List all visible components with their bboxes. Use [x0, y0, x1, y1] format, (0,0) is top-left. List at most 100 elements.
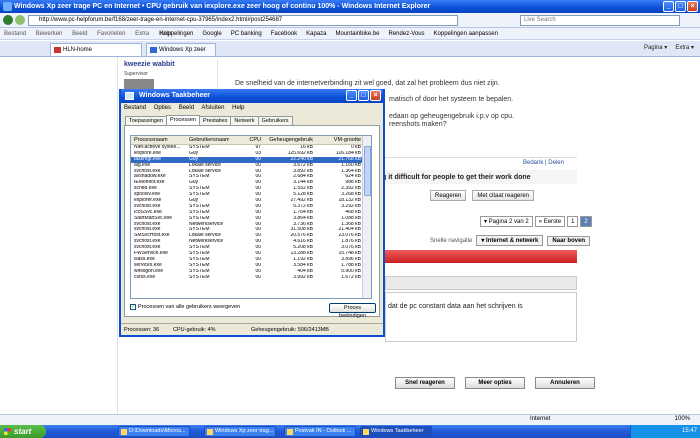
search-input[interactable]: Live Search [520, 15, 680, 26]
tm-title-bar[interactable]: Windows Taakbeheer _ □ × [121, 89, 383, 103]
forum-select[interactable]: ▾ Internet & netwerk [476, 235, 544, 246]
tab-toepassingen[interactable]: Toepassingen [125, 116, 167, 125]
back-icon[interactable] [3, 15, 13, 25]
fav-mountainbike[interactable]: Mountainbike.be [335, 29, 379, 39]
tm-minimize-button[interactable]: _ [346, 90, 357, 101]
post-text-1: De snelheid van de internetverbinding zi… [235, 80, 500, 87]
page-info[interactable]: ▾ Pagina 2 van 2 [480, 216, 533, 227]
process-cell: 1.672 kB [341, 274, 361, 280]
quick-nav: Snelle navigatie ▾ Internet & netwerk Na… [430, 235, 591, 246]
menu-favorieten[interactable]: Favorieten [97, 31, 125, 37]
process-list[interactable]: Processnaam Gebruikersnaam CPU Geheugeng… [130, 135, 372, 299]
col-gebruiker[interactable]: Gebruikersnaam [189, 136, 229, 145]
tab-forum[interactable]: Windows Xp zeer trage P... [146, 43, 216, 65]
tm-menu-beeld[interactable]: Beeld [179, 105, 194, 111]
favorites-label: Koppelingen [160, 31, 194, 37]
zone-label: Internet [530, 416, 551, 422]
page-2[interactable]: 2 [580, 216, 592, 227]
taskbar-item-taskmgr[interactable]: Windows Taakbeheer [360, 426, 432, 437]
menu-beeld[interactable]: Beeld [72, 31, 87, 37]
tm-menu-opties[interactable]: Opties [154, 105, 171, 111]
tab-processen[interactable]: Processen [165, 115, 200, 125]
tab-prestaties[interactable]: Prestaties [198, 116, 232, 125]
post-username[interactable]: kweezie wabbit [124, 61, 175, 68]
process-rows: Niet-actieve systee... SYSTEM 97 16 kB 0 kB i… [131, 145, 363, 280]
tm-menu-bar: Bestand Opties Beeld Afsluiten Help [121, 103, 383, 113]
post-role: Supervisor [124, 71, 148, 77]
quick-reply-button[interactable]: Snel reageren [395, 377, 455, 389]
task-manager-icon [125, 92, 134, 100]
checkbox-icon[interactable]: ✓ [130, 304, 136, 310]
col-geheugen[interactable]: Geheugengebruik [267, 136, 313, 145]
show-all-label: Processen van alle gebruikers weergeven [138, 304, 241, 310]
show-all-processes[interactable]: ✓ Processen van alle gebruikers weergeve… [130, 304, 240, 310]
post-links[interactable]: Bedank | Delen [523, 160, 564, 166]
start-button[interactable]: start [0, 425, 46, 438]
process-row[interactable]: csrss.exe SYSTEM 00 3.992 kB 1.672 kB [131, 275, 363, 281]
process-cell: 3.992 kB [293, 274, 313, 280]
post-actions: Reageren Met citaat reageren [430, 190, 535, 201]
ie-status-bar: Internet 100% [0, 414, 700, 425]
tab-label: HLN-home [63, 47, 93, 53]
taskbar-item-ie[interactable]: Windows Xp zeer trag... [204, 426, 276, 437]
taskbar: start D:\Downloads\Micros... Windows Xp … [0, 425, 700, 438]
tm-close-button[interactable]: × [370, 90, 381, 101]
end-process-button[interactable]: Proces beëindigen [329, 303, 376, 319]
tm-title: Windows Taakbeheer [139, 92, 210, 99]
tm-menu-bestand[interactable]: Bestand [124, 105, 146, 111]
fav-google[interactable]: Google [202, 29, 221, 39]
menu-bestand[interactable]: Bestand [4, 31, 26, 37]
tools-menu[interactable]: Extra ▾ [675, 44, 694, 51]
fav-koppelingen[interactable]: Koppelingen aanpassen [434, 29, 498, 39]
scroll-thumb[interactable] [364, 146, 371, 196]
post-text-4: reenshots maken? [389, 121, 447, 128]
editor-toolbar[interactable] [385, 276, 577, 290]
pagination: ▾ Pagina 2 van 2 « Eerste 1 2 [480, 216, 592, 227]
process-scrollbar[interactable] [362, 136, 371, 298]
post-text-2: matisch of door het systeem te bepalen. [389, 96, 514, 103]
col-cpu[interactable]: CPU [241, 136, 261, 145]
page-1[interactable]: 1 [567, 216, 579, 227]
taskbar-item-downloads[interactable]: D:\Downloads\Micros... [118, 426, 190, 437]
page-icon [150, 47, 157, 53]
system-tray: 15:47 [630, 425, 700, 438]
page-menu[interactable]: Pagina ▾ [644, 44, 667, 51]
zoom-level[interactable]: 100% [675, 416, 690, 422]
fav-kapaza[interactable]: Kapaza [306, 29, 326, 39]
tm-menu-help[interactable]: Help [232, 105, 244, 111]
reply-button[interactable]: Reageren [430, 190, 467, 201]
maximize-button[interactable]: □ [675, 1, 686, 12]
url-input[interactable]: http://www.pc-helpforum.be/f168/zeer-tra… [28, 15, 458, 26]
fav-rendezvous[interactable]: Rendez-Vous [389, 29, 425, 39]
address-bar-row: http://www.pc-helpforum.be/f168/zeer-tra… [0, 13, 700, 28]
page-first[interactable]: « Eerste [534, 216, 566, 227]
col-processnaam[interactable]: Processnaam [134, 136, 186, 145]
process-cell: 00 [255, 274, 261, 280]
col-vm[interactable]: VM-grootte [317, 136, 361, 145]
to-top-button[interactable]: Naar boven [547, 235, 591, 246]
tab-gebruikers[interactable]: Gebruikers [257, 116, 293, 125]
menu-bewerken[interactable]: Bewerken [36, 31, 63, 37]
more-options-button[interactable]: Meer opties [465, 377, 525, 389]
status-processes: Processen: 36 [124, 327, 160, 333]
tab-netwerk[interactable]: Netwerk [230, 116, 259, 125]
tm-maximize-button[interactable]: □ [358, 90, 369, 101]
reply-textarea[interactable]: dat de pc constant data aan het schrijve… [385, 292, 577, 342]
tab-hln[interactable]: HLN-home [50, 43, 142, 56]
ie-window-title: Windows Xp zeer trage PC en Internet • C… [14, 3, 431, 10]
menu-extra[interactable]: Extra [135, 31, 149, 37]
page-left-margin [0, 57, 118, 414]
hln-icon [54, 47, 61, 53]
close-button[interactable]: × [687, 1, 698, 12]
forward-icon[interactable] [15, 15, 25, 25]
tm-menu-afsluiten[interactable]: Afsluiten [201, 105, 224, 111]
browser-tab-strip: HLN-home Windows Xp zeer trage P... [0, 41, 700, 65]
clock[interactable]: 15:47 [682, 428, 697, 434]
quote-reply-button[interactable]: Met citaat reageren [472, 190, 535, 201]
status-cpu: CPU-gebruik: 4% [173, 327, 216, 333]
fav-pcbanking[interactable]: PC banking [231, 29, 262, 39]
fav-facebook[interactable]: Facebook [271, 29, 297, 39]
cancel-button[interactable]: Annuleren [535, 377, 595, 389]
taskbar-item-outlook[interactable]: Postvak IN - Outlook ... [284, 426, 356, 437]
minimize-button[interactable]: _ [663, 1, 674, 12]
